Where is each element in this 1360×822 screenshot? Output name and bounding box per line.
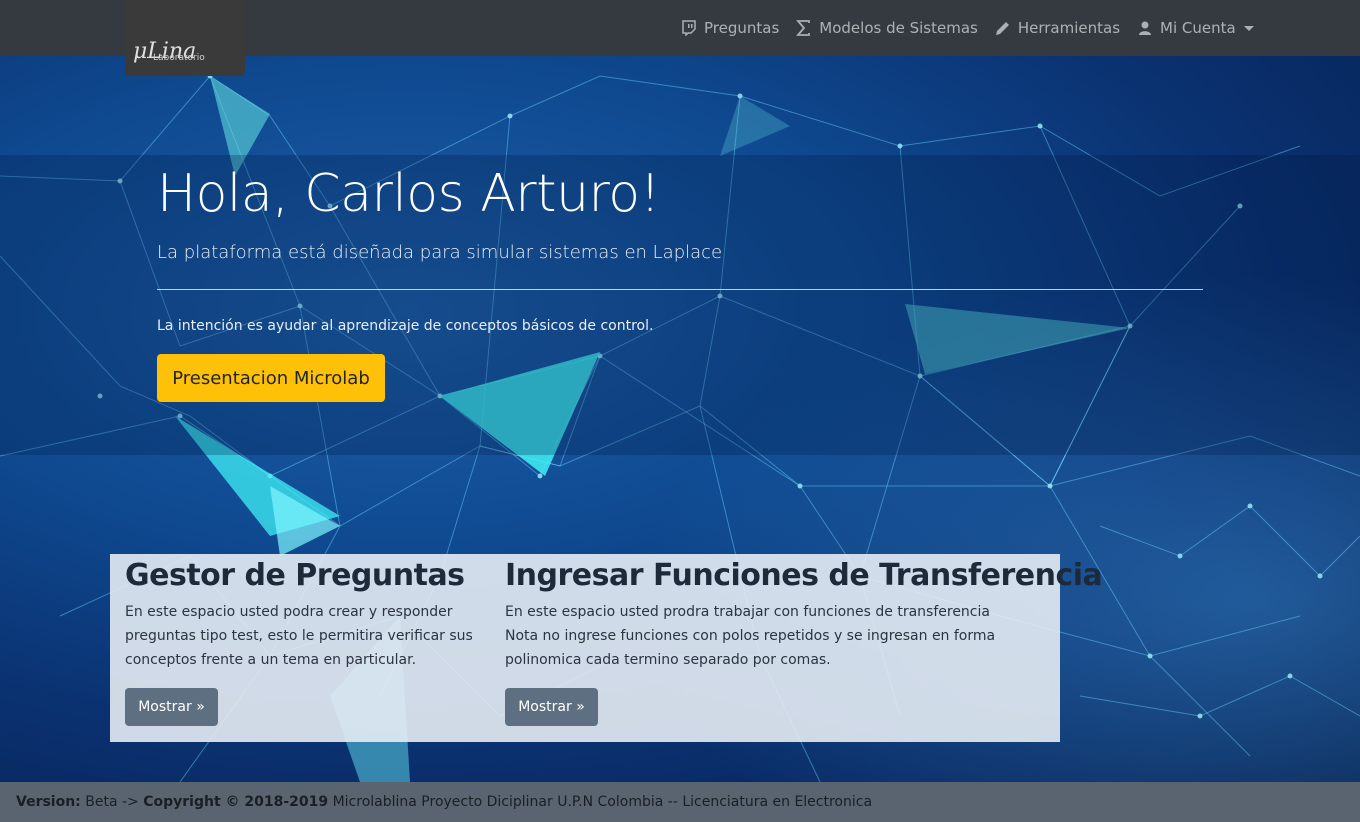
nav-label-modelos: Modelos de Sistemas [819,19,978,37]
divider [157,289,1203,290]
sigma-icon [795,19,813,37]
card-text-line: polinomica cada termino separado por com… [505,652,831,668]
card-text-line: En este espacio usted podra crear y resp… [125,604,453,620]
copyright-label: Copyright © 2018-2019 [143,794,329,810]
nav-label-preguntas: Preguntas [704,19,780,37]
nav-item-modelos[interactable]: Modelos de Sistemas [795,19,978,37]
pencil-icon [994,19,1012,37]
card-text-line: preguntas tipo test, esto le permitira v… [125,628,473,644]
card-text-line: Nota no ingrese funciones con polos repe… [505,628,996,644]
greeting-heading: Hola, Carlos Arturo! [157,164,660,224]
nav-item-mi-cuenta[interactable]: Mi Cuenta [1136,19,1254,37]
mostrar-preguntas-button[interactable]: Mostrar » [125,688,218,726]
nav-item-preguntas[interactable]: Preguntas [680,19,779,37]
card-title: Gestor de Preguntas [125,558,465,593]
footer: Version: Beta -> Copyright © 2018-2019 M… [0,782,1360,822]
version-value: Beta -> [80,794,144,810]
lead-text: La plataforma está diseñada para simular… [157,242,723,263]
card-title: Ingresar Funciones de Transferencia [505,558,1103,593]
nav-item-herramientas[interactable]: Herramientas [994,19,1120,37]
card-text-line: En este espacio usted prodra trabajar co… [505,604,990,620]
card-text: En este espacio usted podra crear y resp… [125,600,485,672]
twitch-icon [680,19,698,37]
user-icon [1136,19,1154,37]
presentacion-button[interactable]: Presentacion Microlab [157,354,385,402]
copyright-text: Microlablina Proyecto Diciplinar U.P.N C… [328,794,873,810]
nav-label-mi-cuenta: Mi Cuenta [1160,19,1236,37]
card-funciones-transferencia: Ingresar Funciones de Transferencia En e… [505,554,1103,672]
chevron-down-icon [1243,25,1254,31]
mostrar-funciones-button[interactable]: Mostrar » [505,688,598,726]
version-label: Version: [16,794,81,810]
intent-text: La intención es ayudar al aprendizaje de… [157,318,654,334]
card-gestor-preguntas: Gestor de Preguntas En este espacio uste… [125,554,485,672]
features-panel: Gestor de Preguntas En este espacio uste… [110,554,1103,742]
nav-label-herramientas: Herramientas [1017,19,1121,37]
brand-logo[interactable]: μLina Laboratorio [125,0,245,76]
nav-menu: Preguntas Modelos de Sistemas Herramient… [680,0,1270,56]
card-text-line: conceptos frente a un tema en particular… [125,652,417,668]
card-text: En este espacio usted prodra trabajar co… [505,600,1045,672]
logo-subtitle: Laboratorio [153,53,205,63]
